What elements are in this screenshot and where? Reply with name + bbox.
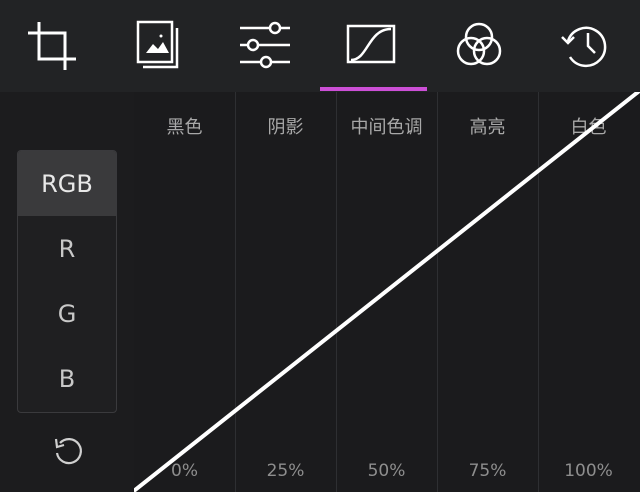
crop-tool-button[interactable] — [2, 0, 102, 92]
reset-curve-button[interactable] — [50, 433, 86, 469]
channel-rgb[interactable]: RGB — [18, 151, 116, 217]
tone-curve-line[interactable] — [134, 92, 640, 492]
color-circles-icon — [456, 22, 502, 66]
curves-tool-button[interactable] — [322, 0, 422, 92]
color-tool-button[interactable] — [429, 0, 529, 92]
editor-toolbar — [0, 0, 640, 92]
channel-b[interactable]: B — [18, 347, 116, 412]
filters-tool-button[interactable] — [108, 0, 208, 92]
curve-icon — [346, 24, 396, 64]
undo-icon — [54, 438, 82, 465]
curve-editor[interactable]: 黑色 阴影 中间色调 高亮 白色 0% 25% 50% 75% 100% — [134, 92, 640, 492]
adjust-tool-button[interactable] — [215, 0, 315, 92]
crop-icon — [28, 22, 76, 70]
active-tab-indicator — [320, 87, 427, 91]
sliders-icon — [240, 21, 290, 69]
channel-g[interactable]: G — [18, 282, 116, 347]
history-tool-button[interactable] — [536, 0, 636, 92]
tone-curve-canvas — [134, 92, 640, 492]
history-icon — [561, 26, 607, 68]
channel-r[interactable]: R — [18, 216, 116, 281]
photo-stack-icon — [136, 20, 179, 69]
channel-selector: RGB R G B — [17, 150, 117, 413]
